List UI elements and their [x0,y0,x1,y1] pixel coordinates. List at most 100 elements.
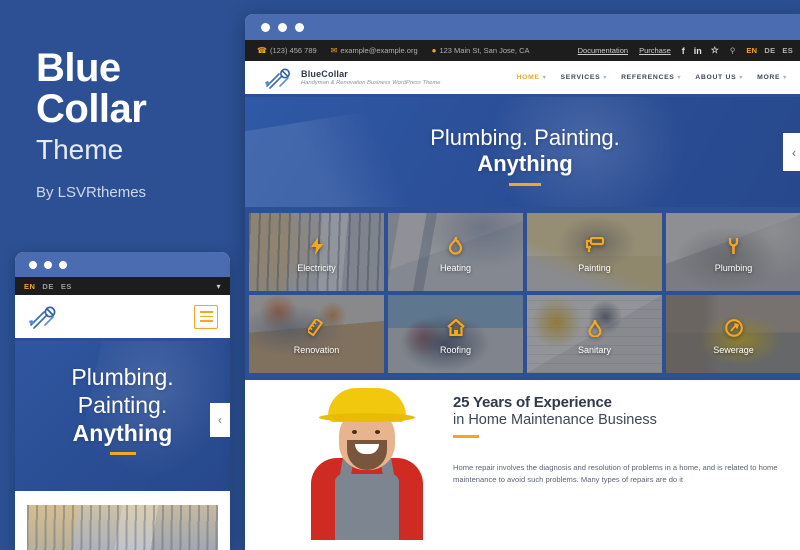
about-heading-bold: 25 Years of Experience [453,394,612,411]
tools-logo-icon [265,68,290,89]
mobile-window-chrome [15,252,230,277]
phone-icon: ☎ [257,46,267,55]
lang-es[interactable]: ES [782,46,793,55]
contact-address[interactable]: ● 123 Main St, San Jose, CA [432,46,530,55]
desktop-browser-mockup: ☎ (123) 456 789 ✉ example@example.org ● … [245,14,800,550]
theme-author: By LSVRthemes [36,184,147,201]
service-tile-sanitary[interactable]: Sanitary [527,295,662,373]
service-tile-renovation[interactable]: Renovation [249,295,384,373]
ruler-icon [249,317,384,340]
service-tile-roofing[interactable]: Roofing [388,295,523,373]
theme-subtitle: Theme [36,134,124,165]
mobile-lang-de[interactable]: DE [42,282,53,291]
window-dot-minimize[interactable] [278,22,287,32]
mobile-hero-underline [109,452,136,455]
chevron-down-icon: ▾ [783,75,787,81]
chevron-down-icon: ▾ [603,75,608,81]
wrench-icon [666,237,800,258]
service-tile-electricity[interactable]: Electricity [249,213,384,291]
yelp-icon[interactable]: ☆ [711,45,719,56]
chevron-down-icon: ▾ [542,75,547,81]
slider-prev-button[interactable]: ‹ [783,133,800,171]
service-tile-plumbing[interactable]: Plumbing [666,213,800,291]
site-utility-bar: ☎ (123) 456 789 ✉ example@example.org ● … [245,40,800,61]
link-purchase[interactable]: Purchase [639,46,671,55]
nav-item-references[interactable]: REFERENCES ▾ [621,74,681,81]
window-dot-minimize[interactable] [44,260,52,269]
service-label: Roofing [439,345,472,355]
nav-label-home: HOME [516,74,540,81]
hamburger-menu-icon[interactable] [194,304,218,329]
linkedin-icon[interactable]: in [694,46,702,56]
mobile-slider-prev-button[interactable]: ‹ [210,403,230,437]
window-dot-close[interactable] [261,22,270,32]
theme-title-line1: Blue [36,46,121,90]
site-brand[interactable]: BlueCollar Handyman & Renovation Busines… [263,67,441,89]
brand-name: BlueCollar [301,69,349,79]
facebook-icon[interactable]: f [682,46,685,56]
window-dot-maximize[interactable] [59,260,67,269]
mobile-hero-line1: Plumbing. [71,364,174,390]
envelope-icon: ✉ [330,46,338,55]
about-underline [453,435,479,438]
smiling-handyman-photo [297,388,437,540]
link-documentation[interactable]: Documentation [578,46,628,55]
hero-text: Plumbing. Painting. Anything [245,125,800,186]
mobile-service-tile[interactable] [27,505,218,550]
mobile-hero-line3: Anything [72,420,173,446]
mobile-hero-line2: Painting. [77,392,168,418]
worker-overalls [335,457,399,540]
service-label: Sewerage [713,345,754,355]
address-text: 123 Main St, San Jose, CA [439,46,530,55]
service-label: Renovation [293,345,340,355]
window-dot-close[interactable] [29,260,37,269]
about-heading-light: in Home Maintenance Business [453,412,657,428]
chevron-down-icon: ▾ [677,75,682,81]
worker-hard-hat [319,388,415,422]
mobile-lang-es[interactable]: ES [61,282,72,291]
tools-logo-icon[interactable] [27,305,57,329]
map-pin-icon: ● [431,46,437,55]
nav-item-about-us[interactable]: ABOUT US ▾ [695,74,743,81]
service-label: Painting [578,263,611,273]
main-navigation: HOME ▾ SERVICES ▾ REFERENCES ▾ ABOUT US … [517,74,787,81]
service-tile-sewerage[interactable]: Sewerage [666,295,800,373]
flame-icon [388,236,523,258]
worker-eye-left [352,430,357,434]
social-links: f in ☆ [682,45,719,56]
nav-item-more[interactable]: MORE ▾ [757,74,787,81]
mobile-lang-en[interactable]: EN [24,282,35,291]
brand-tagline: Handyman & Renovation Business WordPress… [301,80,441,86]
service-label: Electricity [297,263,336,273]
nav-label-about-us: ABOUT US [695,74,737,81]
search-icon[interactable]: ⚲ [730,46,736,55]
nav-item-home[interactable]: HOME ▾ [517,74,547,81]
nav-label-services: SERVICES [560,74,601,81]
water-drop-icon [527,319,662,340]
utility-bar-right: Documentation Purchase f in ☆ ⚲ EN DE ES [578,45,793,56]
lightning-bolt-icon [249,237,384,258]
nav-item-services[interactable]: SERVICES ▾ [561,74,608,81]
contact-phone[interactable]: ☎ (123) 456 789 [257,46,317,55]
contact-email[interactable]: ✉ example@example.org [331,46,418,55]
window-dot-maximize[interactable] [295,22,304,32]
service-tile-heating[interactable]: Heating [388,213,523,291]
about-paragraph: Home repair involves the diagnosis and r… [453,462,778,485]
service-label: Heating [439,263,472,273]
nav-label-references: REFERENCES [621,74,675,81]
mobile-hero-text: Plumbing. Painting. Anything [15,363,230,455]
mobile-mockup: EN DE ES ▾ Plumbing. Painting. Anything … [15,252,230,550]
service-tile-painting[interactable]: Painting [527,213,662,291]
promo-title-block: Blue Collar Theme By LSVRthemes [36,46,236,202]
hero-slider: Plumbing. Painting. Anything ‹ [245,97,800,207]
chevron-down-icon[interactable]: ▾ [216,282,221,291]
lang-de[interactable]: DE [764,46,775,55]
mobile-header [15,295,230,341]
phone-number: (123) 456 789 [269,46,317,55]
email-address: example@example.org [340,46,418,55]
about-section: 25 Years of Experience in Home Maintenan… [245,380,800,540]
site-header: BlueCollar Handyman & Renovation Busines… [245,61,800,97]
lang-en[interactable]: EN [746,46,757,55]
sewer-tool-icon [666,319,800,340]
theme-title-line2: Collar [36,87,147,131]
